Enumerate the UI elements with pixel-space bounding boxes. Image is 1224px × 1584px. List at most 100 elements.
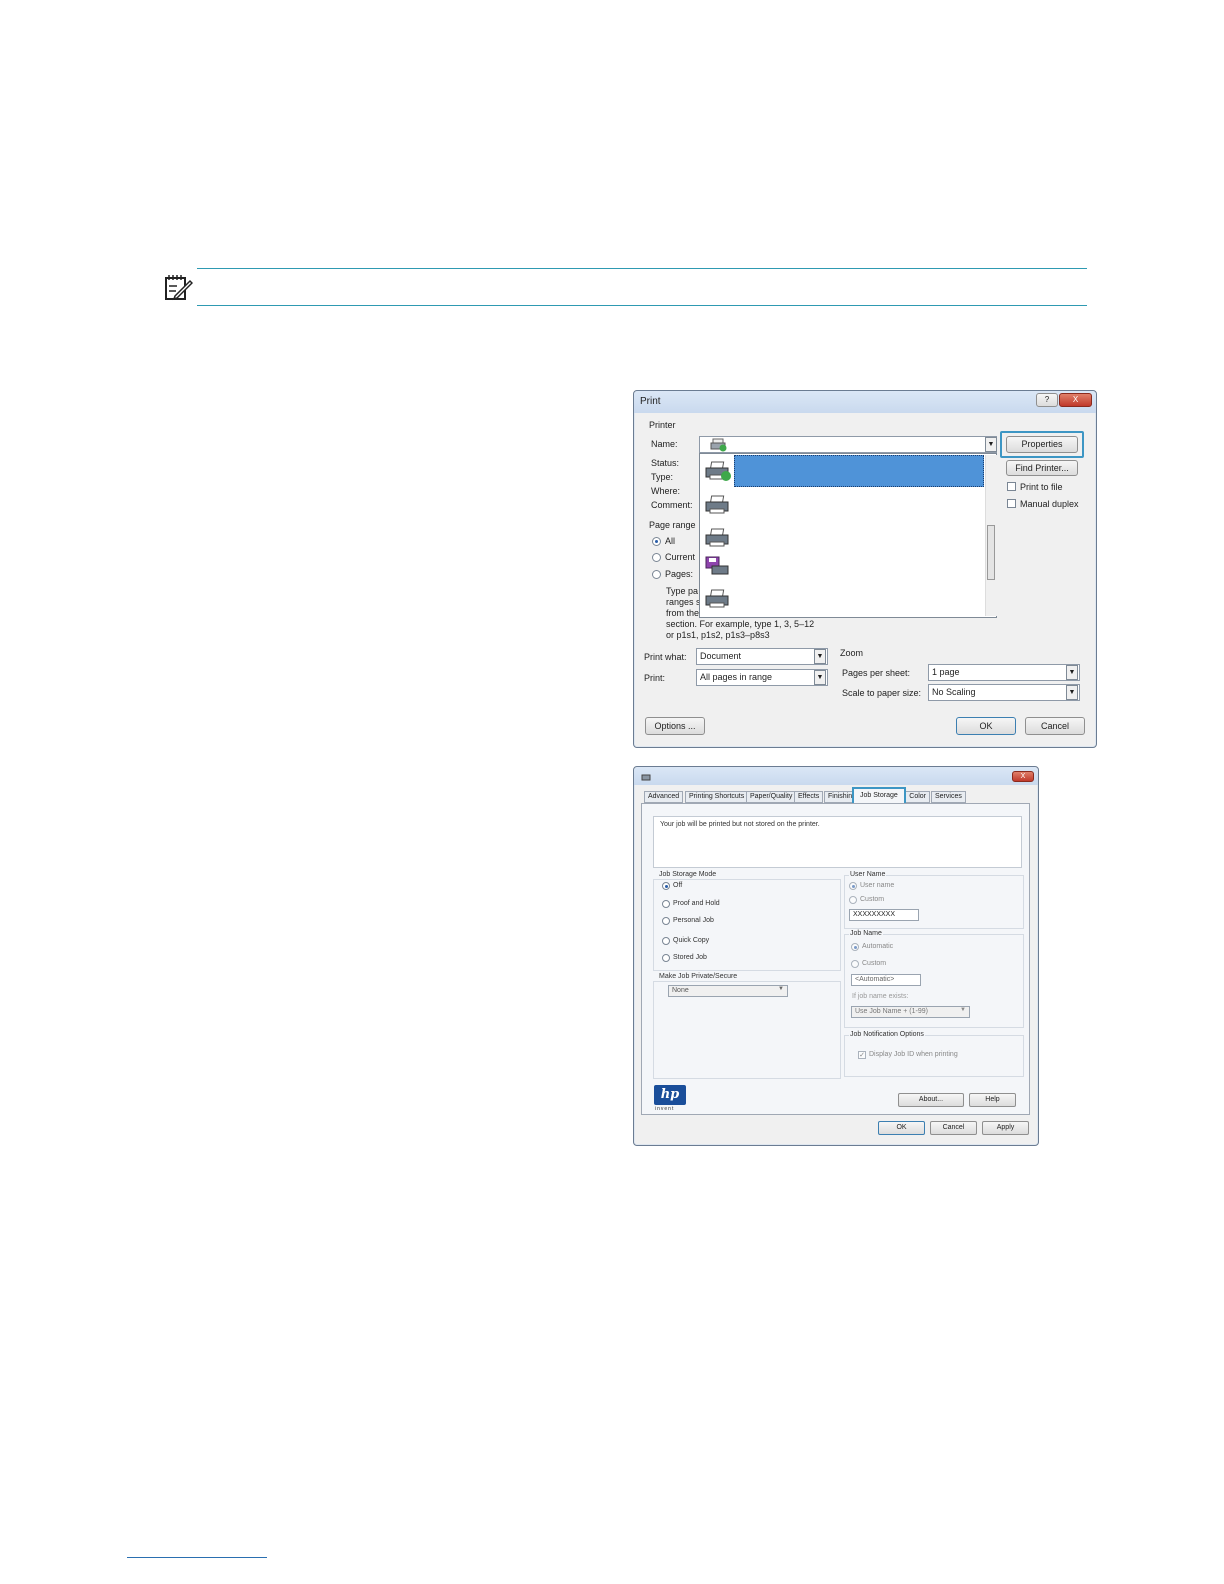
print-what-select[interactable]: Document xyxy=(696,648,828,665)
user-name-radio[interactable] xyxy=(849,882,857,890)
storage-message: Your job will be printed but not stored … xyxy=(660,821,820,828)
job-custom-label: Custom xyxy=(862,960,887,967)
hp-logo: hp xyxy=(654,1085,686,1105)
ok-button[interactable]: OK xyxy=(956,717,1016,735)
mode-personal-job-label: Personal Job xyxy=(673,917,714,924)
note-icon xyxy=(163,272,194,302)
print-select[interactable]: All pages in range xyxy=(696,669,828,686)
if-exists-select[interactable]: Use Job Name + (1-99) xyxy=(851,1006,970,1018)
help-button[interactable]: Help xyxy=(969,1093,1016,1107)
print-what-dropdown-arrow[interactable]: ▼ xyxy=(814,649,826,664)
user-name-field[interactable]: XXXXXXXXX xyxy=(849,909,919,921)
manual-duplex-label: Manual duplex xyxy=(1020,499,1079,509)
apply-button[interactable]: Apply xyxy=(982,1121,1029,1135)
about-button[interactable]: About... xyxy=(898,1093,964,1107)
printer-icon xyxy=(705,528,729,547)
ok-button[interactable]: OK xyxy=(878,1121,925,1135)
user-name-label: User Name xyxy=(849,871,887,878)
job-name-field[interactable]: <Automatic> xyxy=(851,974,921,986)
mode-proof-hold-radio[interactable] xyxy=(662,900,670,908)
where-label: Where: xyxy=(651,486,681,496)
cancel-button[interactable]: Cancel xyxy=(930,1121,977,1135)
mode-quick-copy-label: Quick Copy xyxy=(673,937,710,944)
help-button[interactable]: ? xyxy=(1036,393,1058,407)
hint-line-4: section. For example, type 1, 3, 5–12 xyxy=(666,619,815,629)
job-automatic-radio[interactable] xyxy=(851,943,859,951)
tab-effects[interactable]: Effects xyxy=(794,791,824,803)
properties-button[interactable]: Properties xyxy=(1006,436,1078,453)
tab-printing-shortcuts[interactable]: Printing Shortcuts xyxy=(685,791,749,803)
print-to-file-label: Print to file xyxy=(1020,482,1063,492)
printer-icon xyxy=(705,461,731,481)
mode-off-label: Off xyxy=(673,882,683,889)
tab-job-storage[interactable]: Job Storage xyxy=(857,791,901,803)
hint-line-3: from the xyxy=(666,608,700,618)
print-what-label: Print what: xyxy=(644,652,687,662)
job-automatic-label: Automatic xyxy=(862,943,894,950)
tab-advanced[interactable]: Advanced xyxy=(644,791,684,803)
printer-name-select[interactable] xyxy=(699,436,997,453)
zoom-label: Zoom xyxy=(840,648,864,658)
mode-stored-job-radio[interactable] xyxy=(662,954,670,962)
job-custom-radio[interactable] xyxy=(851,960,859,968)
dropdown-scrollbar[interactable] xyxy=(985,455,997,616)
pages-per-sheet-select[interactable]: 1 page xyxy=(928,664,1080,681)
chevron-down-icon[interactable]: ▼ xyxy=(960,1007,966,1013)
tab-finishing[interactable]: Finishin xyxy=(824,791,854,803)
print-dropdown-arrow[interactable]: ▼ xyxy=(814,670,826,685)
tab-services[interactable]: Services xyxy=(931,791,966,803)
notification-label: Job Notification Options xyxy=(849,1031,925,1038)
hint-line-5: or p1s1, p1s2, p1s3–p8s3 xyxy=(666,630,770,640)
mode-proof-hold-label: Proof and Hold xyxy=(673,900,720,907)
type-label: Type: xyxy=(651,472,674,482)
printer-dropdown-list[interactable] xyxy=(699,453,997,618)
close-button[interactable]: X xyxy=(1012,771,1034,782)
cancel-button[interactable]: Cancel xyxy=(1025,717,1085,735)
mode-stored-job-label: Stored Job xyxy=(673,954,707,961)
if-exists-label: If job name exists: xyxy=(852,993,909,1000)
mode-off-radio[interactable] xyxy=(662,882,670,890)
printer-icon xyxy=(641,774,651,781)
pages-radio[interactable] xyxy=(652,570,661,579)
print-to-file-checkbox[interactable] xyxy=(1007,482,1016,491)
comment-label: Comment: xyxy=(651,500,693,510)
printer-icon xyxy=(705,495,729,514)
scrollbar-thumb[interactable] xyxy=(987,525,995,580)
scale-label: Scale to paper size: xyxy=(842,688,922,698)
manual-duplex-checkbox[interactable] xyxy=(1007,499,1016,508)
display-job-id-checkbox[interactable]: ✓ xyxy=(858,1051,866,1059)
tab-paper-quality[interactable]: Paper/Quality xyxy=(746,791,797,803)
user-custom-radio[interactable] xyxy=(849,896,857,904)
mode-personal-job-radio[interactable] xyxy=(662,917,670,925)
scale-select[interactable]: No Scaling xyxy=(928,684,1080,701)
print-dialog: Print ? X Printer Name: Status: Type: Wh… xyxy=(633,390,1097,748)
note-top-rule xyxy=(197,268,1087,269)
properties-dialog: X Advanced Printing Shortcuts Paper/Qual… xyxy=(633,766,1039,1146)
name-label: Name: xyxy=(651,439,678,449)
scale-dropdown-arrow[interactable]: ▼ xyxy=(1066,685,1078,700)
pages-per-sheet-dropdown-arrow[interactable]: ▼ xyxy=(1066,665,1078,680)
current-radio[interactable] xyxy=(652,553,661,562)
mode-quick-copy-radio[interactable] xyxy=(662,937,670,945)
footer-rule xyxy=(127,1557,267,1558)
printer-list-item-selected[interactable] xyxy=(734,455,984,487)
all-radio[interactable] xyxy=(652,537,661,546)
pages-per-sheet-label: Pages per sheet: xyxy=(842,668,911,678)
hint-line-2: ranges s xyxy=(666,597,701,607)
current-label: Current xyxy=(665,552,696,562)
hint-line-1: Type pa xyxy=(666,586,699,596)
find-printer-button[interactable]: Find Printer... xyxy=(1006,460,1078,476)
private-label: Make Job Private/Secure xyxy=(658,973,739,980)
tab-color[interactable]: Color xyxy=(904,791,930,803)
close-button[interactable]: X xyxy=(1059,393,1092,407)
page-range-label: Page range xyxy=(649,520,696,530)
printer-group-label: Printer xyxy=(649,420,676,430)
status-label: Status: xyxy=(651,458,680,468)
private-select[interactable]: None xyxy=(668,985,788,997)
chevron-down-icon[interactable]: ▼ xyxy=(778,986,784,992)
options-button[interactable]: Options ... xyxy=(645,717,705,735)
printer-name-dropdown-arrow[interactable]: ▼ xyxy=(985,437,997,452)
all-label: All xyxy=(665,536,676,546)
display-job-id-label: Display Job ID when printing xyxy=(869,1051,958,1058)
print-dialog-titlebar xyxy=(634,391,1096,413)
